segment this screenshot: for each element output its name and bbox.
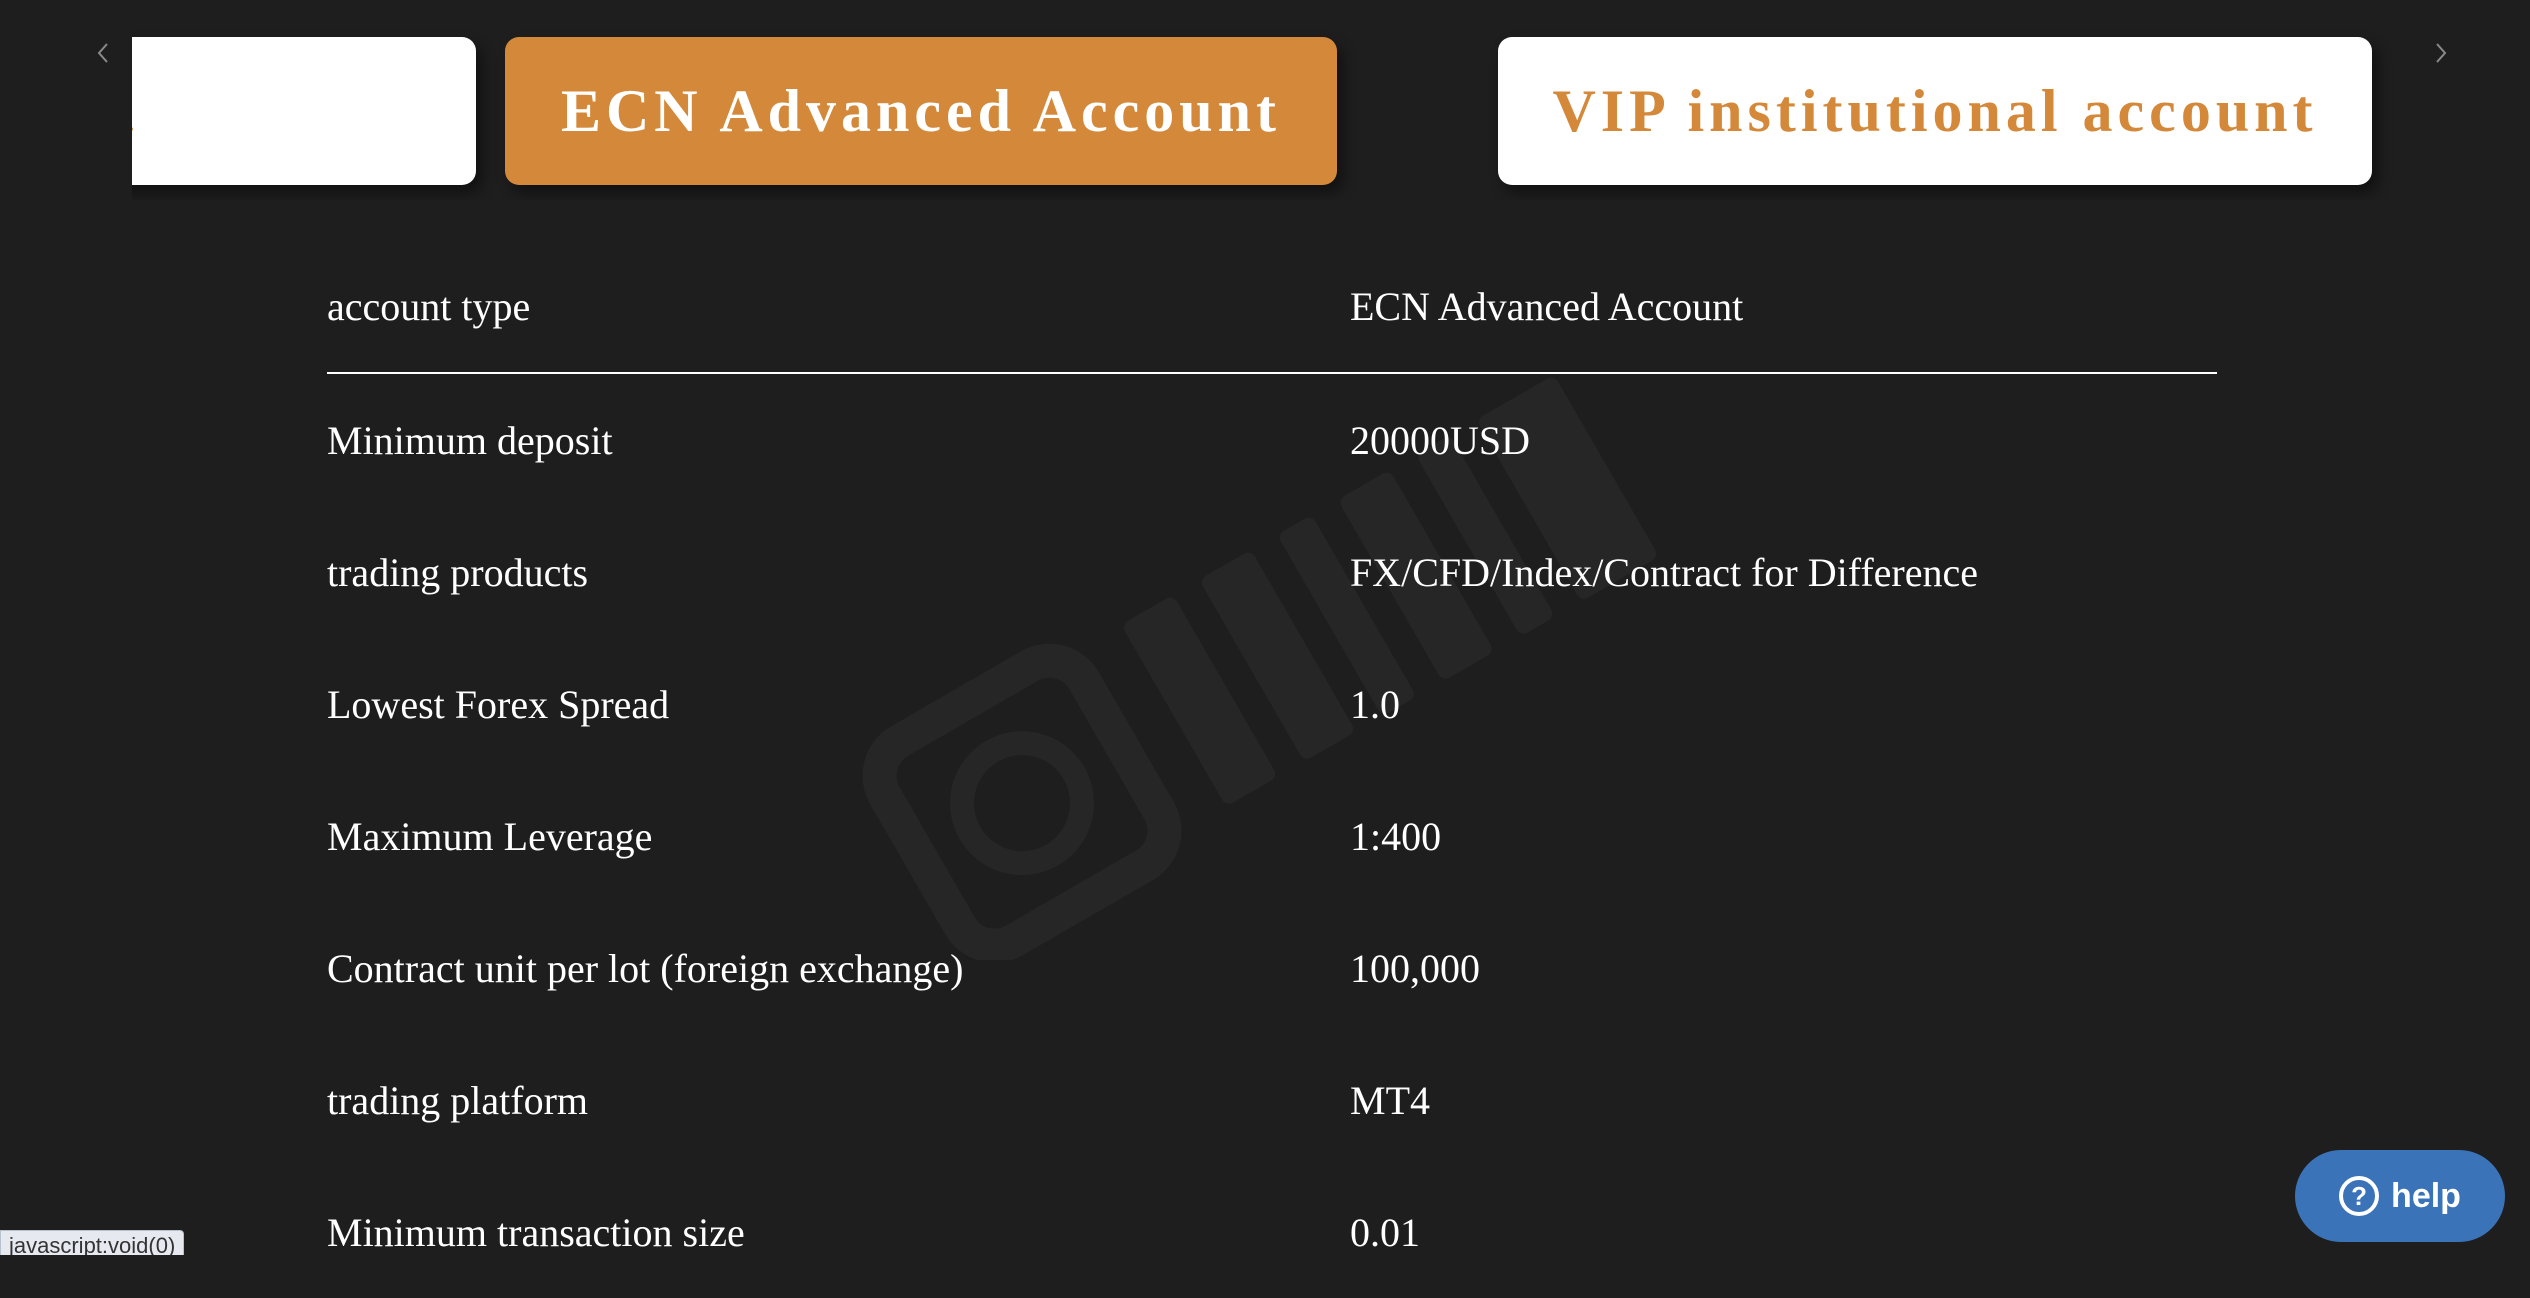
spec-value: 20000USD — [1350, 417, 1531, 463]
spec-value: 1:400 — [1350, 813, 1442, 859]
spec-label: Lowest Forex Spread — [327, 681, 670, 727]
spec-row-account-type: account type ECN Advanced Account — [327, 240, 2217, 374]
tab-vip-institutional-account[interactable]: VIP institutional account — [1498, 37, 2372, 185]
spec-value: ECN Advanced Account — [1350, 283, 1744, 329]
chevron-right-icon — [2436, 43, 2447, 63]
spec-row-contract-unit: Contract unit per lot (foreign exchange)… — [327, 902, 2217, 1034]
spec-value: MT4 — [1350, 1077, 1430, 1123]
spec-label: Minimum deposit — [327, 417, 613, 463]
spec-label: Maximum Leverage — [327, 813, 653, 859]
spec-value: 1.0 — [1350, 681, 1400, 727]
help-label: help — [2391, 1176, 2461, 1215]
spec-row-maximum-leverage: Maximum Leverage 1:400 — [327, 770, 2217, 902]
carousel-viewport: count ECN Advanced Account VIP instituti… — [132, 0, 2400, 200]
spec-value: FX/CFD/Index/Contract for Difference — [1350, 549, 1978, 595]
carousel-prev-button[interactable] — [88, 38, 118, 68]
spec-row-lowest-forex-spread: Lowest Forex Spread 1.0 — [327, 638, 2217, 770]
spec-label: trading platform — [327, 1077, 589, 1123]
spec-value: 0.01 — [1350, 1209, 1420, 1255]
spec-row-trading-platform: trading platform MT4 — [327, 1034, 2217, 1166]
question-circle-icon: ? — [2339, 1176, 2380, 1216]
account-type-carousel: count ECN Advanced Account VIP instituti… — [0, 0, 2530, 200]
spec-row-trading-products: trading products FX/CFD/Index/Contract f… — [327, 506, 2217, 638]
spec-label: Contract unit per lot (foreign exchange) — [327, 945, 964, 991]
help-button[interactable]: ? help — [2295, 1150, 2505, 1242]
tab-prev-account[interactable]: count — [132, 37, 476, 185]
spec-row-minimum-transaction-size: Minimum transaction size 0.01 — [327, 1166, 2217, 1298]
spec-row-minimum-deposit: Minimum deposit 20000USD — [327, 374, 2217, 506]
account-spec-table: account type ECN Advanced Account Minimu… — [327, 240, 2217, 1298]
spec-label: trading products — [327, 549, 589, 595]
chevron-left-icon — [97, 43, 108, 63]
spec-value: 100,000 — [1350, 945, 1480, 991]
status-bar-url: javascript:void(0) — [0, 1230, 185, 1255]
tab-ecn-advanced-account[interactable]: ECN Advanced Account — [505, 37, 1337, 185]
spec-label: Minimum transaction size — [327, 1209, 745, 1255]
spec-label: account type — [327, 283, 531, 329]
carousel-next-button[interactable] — [2426, 38, 2456, 68]
